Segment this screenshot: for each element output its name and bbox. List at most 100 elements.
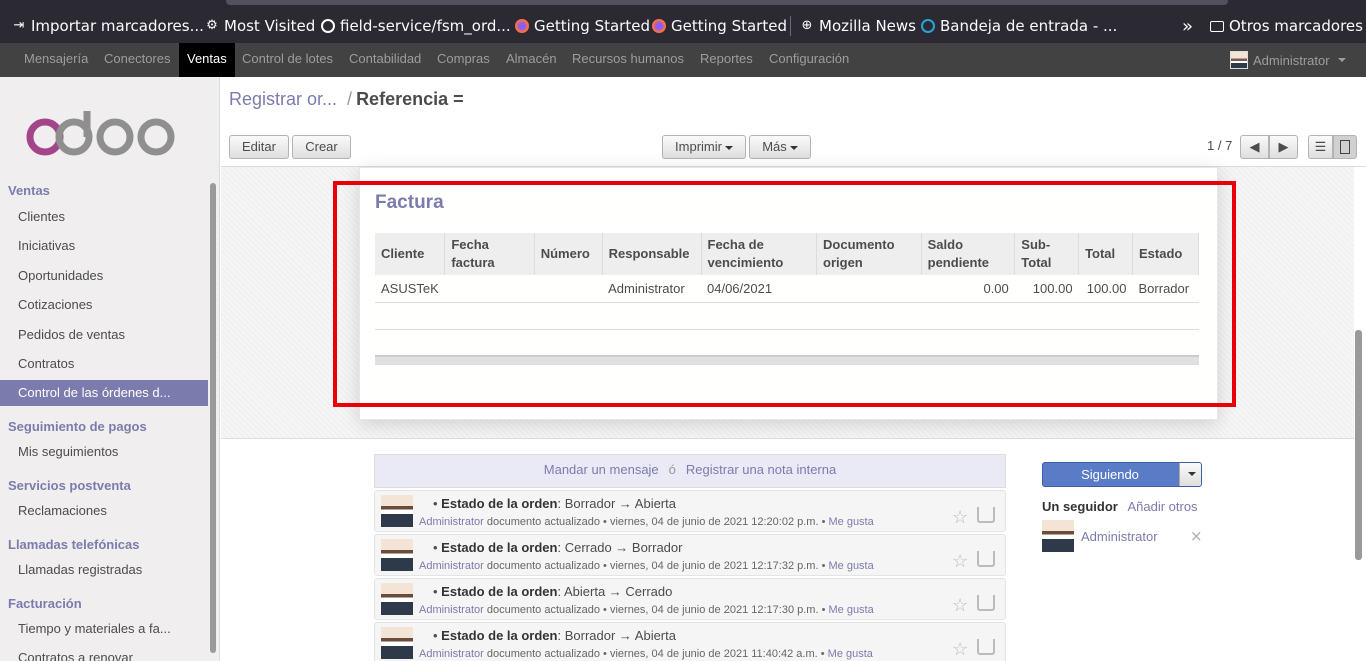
- more-dropdown[interactable]: Más: [749, 135, 811, 159]
- message-author-link[interactable]: Administrator: [419, 648, 484, 660]
- import-icon: ⇥: [13, 18, 25, 33]
- arrow-right-icon: ▶: [1278, 139, 1289, 154]
- user-menu[interactable]: Administrator: [1230, 51, 1346, 69]
- add-followers-link[interactable]: Añadir otros: [1127, 499, 1197, 514]
- breadcrumb: Registrar or... / Referencia =: [229, 89, 464, 109]
- like-link[interactable]: Me gusta: [828, 604, 873, 616]
- sidebar-item-iniciativas[interactable]: Iniciativas: [0, 233, 208, 259]
- sidebar-item-pedidos[interactable]: Pedidos de ventas: [0, 322, 208, 348]
- edit-button[interactable]: Editar: [229, 135, 289, 159]
- sidebar-item-control-ordenes[interactable]: Control de las órdenes d...: [0, 380, 208, 406]
- list-icon: ☰: [1314, 139, 1327, 154]
- sidebar-item-reclamaciones[interactable]: Reclamaciones: [0, 498, 208, 524]
- bookmark-github[interactable]: field-service/fsm_ord...: [321, 15, 511, 37]
- pager-previous[interactable]: ◀: [1240, 135, 1269, 159]
- message-author-link[interactable]: Administrator: [419, 604, 484, 616]
- message-body: • Estado de la orden: Borrador → Abierta: [433, 496, 676, 511]
- followers-header: Un seguidor Añadir otros: [1042, 499, 1198, 514]
- arrow-left-icon: ◀: [1249, 139, 1260, 154]
- message-meta: Administrator documento actualizado • vi…: [419, 648, 873, 660]
- star-icon[interactable]: ☆: [952, 551, 968, 572]
- menu-compras[interactable]: Compras: [437, 43, 490, 77]
- sidebar-section-facturacion: Facturación: [8, 596, 82, 611]
- message-meta: Administrator documento actualizado • vi…: [419, 604, 874, 616]
- star-icon[interactable]: ☆: [952, 639, 968, 660]
- message-body: • Estado de la orden: Cerrado → Borrador: [433, 540, 683, 555]
- message-avatar: [381, 583, 413, 615]
- menu-control-lotes[interactable]: Control de lotes: [242, 43, 333, 77]
- sidebar-item-llamadas-registradas[interactable]: Llamadas registradas: [0, 557, 208, 583]
- menu-mensajeria[interactable]: Mensajería: [24, 43, 88, 77]
- bookmark-most-visited[interactable]: ⚙ Most Visited: [205, 15, 315, 37]
- chatter-composer-bar: Mandar un mensaje ó Registrar una nota int…: [374, 454, 1006, 488]
- like-link[interactable]: Me gusta: [828, 516, 873, 528]
- download-icon[interactable]: [977, 507, 995, 523]
- menu-recursos-humanos[interactable]: Recursos humanos: [572, 43, 684, 77]
- message-avatar: [381, 495, 413, 527]
- tab-strip: [226, 0, 1228, 5]
- sidebar-item-contratos[interactable]: Contratos: [0, 351, 208, 377]
- log-note-link[interactable]: Registrar una nota interna: [686, 462, 836, 477]
- remove-follower-icon[interactable]: ×: [1190, 527, 1203, 545]
- breadcrumb-current: Referencia =: [356, 89, 464, 109]
- follower-avatar: [1042, 520, 1074, 552]
- message-body: • Estado de la orden: Abierta → Cerrado: [433, 584, 673, 599]
- pager-next[interactable]: ▶: [1269, 135, 1298, 159]
- menu-almacen[interactable]: Almacén: [506, 43, 557, 77]
- star-icon[interactable]: ☆: [952, 595, 968, 616]
- message-avatar: [381, 627, 413, 659]
- caret-down-icon: [1188, 472, 1196, 476]
- chevron-down-icon: [1337, 58, 1346, 62]
- avatar: [1230, 51, 1248, 69]
- create-button[interactable]: Crear: [292, 135, 351, 159]
- send-message-link[interactable]: Mandar un mensaje: [544, 462, 659, 477]
- following-button[interactable]: Siguiendo: [1042, 462, 1202, 487]
- message-author-link[interactable]: Administrator: [419, 516, 484, 528]
- menu-conectores[interactable]: Conectores: [104, 43, 170, 77]
- bookmarks-bar: ⇥ Importar marcadores... ⚙ Most Visited fi…: [0, 0, 1366, 43]
- form-view-button[interactable]: [1333, 135, 1357, 159]
- caret-down-icon: [789, 145, 798, 150]
- download-icon[interactable]: [977, 639, 995, 655]
- menu-reportes[interactable]: Reportes: [700, 43, 753, 77]
- star-icon[interactable]: ☆: [952, 507, 968, 528]
- sidebar: Ventas Clientes Iniciativas Oportunidade…: [0, 77, 220, 661]
- download-icon[interactable]: [977, 595, 995, 611]
- message-meta: Administrator documento actualizado • vi…: [419, 516, 874, 528]
- menu-configuracion[interactable]: Configuración: [769, 43, 849, 77]
- gear-icon: ⚙: [206, 18, 218, 33]
- sidebar-scrollbar[interactable]: [210, 183, 216, 653]
- breadcrumb-parent-link[interactable]: Registrar or...: [229, 89, 337, 109]
- like-link[interactable]: Me gusta: [828, 560, 873, 572]
- sidebar-item-oportunidades[interactable]: Oportunidades: [0, 263, 208, 289]
- top-menu: Mensajería Conectores Ventas Control de …: [0, 43, 1366, 77]
- bookmark-separator: [790, 16, 791, 36]
- message-avatar: [381, 539, 413, 571]
- follower-name[interactable]: Administrator: [1081, 529, 1158, 544]
- sidebar-item-clientes[interactable]: Clientes: [0, 204, 208, 230]
- bookmark-getting-started-2[interactable]: Getting Started: [652, 15, 787, 37]
- bookmarks-overflow[interactable]: »: [1182, 15, 1193, 37]
- message-author-link[interactable]: Administrator: [419, 560, 484, 572]
- menu-ventas[interactable]: Ventas: [179, 43, 235, 77]
- bookmark-mozilla-news[interactable]: ⊕ Mozilla News: [800, 15, 916, 37]
- bookmark-inbox[interactable]: Bandeja de entrada - ...: [921, 15, 1117, 37]
- message-item: • Estado de la orden: Abierta → Cerrado A…: [374, 578, 1006, 620]
- globe-icon: ⊕: [801, 18, 813, 33]
- message-item: • Estado de la orden: Borrador → Abierta…: [374, 622, 1006, 661]
- like-link[interactable]: Me gusta: [828, 648, 873, 660]
- sidebar-item-tiempo-materiales[interactable]: Tiempo y materiales a fa...: [0, 616, 208, 642]
- sidebar-item-cotizaciones[interactable]: Cotizaciones: [0, 292, 208, 318]
- message-meta: Administrator documento actualizado • vi…: [419, 560, 874, 572]
- menu-contabilidad[interactable]: Contabilidad: [349, 43, 421, 77]
- print-dropdown[interactable]: Imprimir: [662, 135, 746, 159]
- sidebar-item-contratos-renovar[interactable]: Contratos a renovar: [0, 645, 208, 661]
- sidebar-item-mis-seguimientos[interactable]: Mis seguimientos: [0, 439, 208, 465]
- list-view-button[interactable]: ☰: [1308, 135, 1333, 159]
- following-dropdown[interactable]: [1179, 463, 1201, 486]
- bookmark-other[interactable]: Otros marcadores: [1210, 15, 1363, 37]
- bookmark-import[interactable]: ⇥ Importar marcadores...: [12, 15, 204, 37]
- download-icon[interactable]: [977, 551, 995, 567]
- content-scrollbar[interactable]: [1355, 330, 1362, 560]
- bookmark-getting-started-1[interactable]: Getting Started: [515, 15, 650, 37]
